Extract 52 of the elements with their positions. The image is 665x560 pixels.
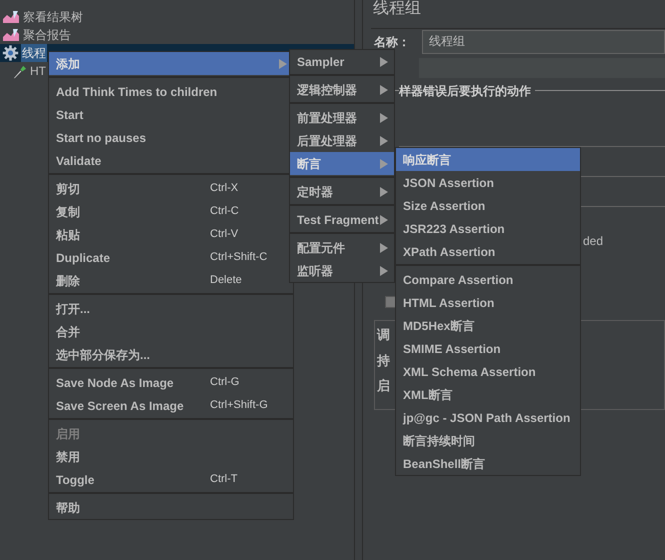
panel-title: 线程组 xyxy=(372,0,422,19)
menu-item[interactable]: 合并 xyxy=(49,320,293,343)
menu-item[interactable]: 打开... xyxy=(49,297,293,320)
field-label: 启 xyxy=(377,377,390,395)
menu-item[interactable]: Save Node As Image Ctrl-G xyxy=(49,371,293,394)
menu-item[interactable]: 删除 Delete xyxy=(49,269,293,292)
menu-item[interactable]: 逻辑控制器 xyxy=(290,78,394,101)
menu-item[interactable]: Size Assertion xyxy=(396,194,580,217)
menu-item[interactable]: Add Think Times to children xyxy=(49,80,293,103)
menu-item[interactable]: Toggle Ctrl-T xyxy=(49,468,293,491)
menu-item[interactable]: BeanShell断言 xyxy=(396,452,580,475)
menu-item[interactable]: JSON Assertion xyxy=(396,171,580,194)
option-label: ded xyxy=(583,234,604,248)
menu-item[interactable]: 禁用 xyxy=(49,445,293,468)
menu-item[interactable]: XPath Assertion xyxy=(396,240,580,263)
menu-item[interactable]: Start no pauses xyxy=(49,126,293,149)
menu-item[interactable]: 剪切 Ctrl-X xyxy=(49,177,293,200)
menu-item[interactable]: MD5Hex断言 xyxy=(396,314,580,337)
menu-item[interactable]: Save Screen As Image Ctrl+Shift-G xyxy=(49,394,293,417)
menu-item[interactable]: Start xyxy=(49,103,293,126)
tree-item[interactable]: 线程 xyxy=(21,44,47,62)
menu-item[interactable]: 复制 Ctrl-C xyxy=(49,200,293,223)
field-label: 持 xyxy=(377,352,390,370)
menu-item[interactable]: 后置处理器 xyxy=(290,129,394,152)
tree-item[interactable]: 聚合报告 xyxy=(22,26,72,44)
menu-item[interactable]: 帮助 xyxy=(49,496,293,519)
menu-item[interactable]: 选中部分保存为... xyxy=(49,343,293,366)
menu-item[interactable]: 断言 xyxy=(290,152,394,175)
tree-item[interactable]: 察看结果树 xyxy=(22,8,84,26)
menu-item[interactable]: jp@gc - JSON Path Assertion xyxy=(396,406,580,429)
name-label: 名称： xyxy=(374,34,411,50)
menu-item[interactable]: JSR223 Assertion xyxy=(396,217,580,240)
menu-item[interactable]: SMIME Assertion xyxy=(396,337,580,360)
menu-item[interactable]: 断言持续时间 xyxy=(396,429,580,452)
menu-item[interactable]: 配置元件 xyxy=(290,236,394,259)
menu-item[interactable]: 前置处理器 xyxy=(290,106,394,129)
menu-item[interactable]: Validate xyxy=(49,149,293,172)
menu-item[interactable]: XML断言 xyxy=(396,383,580,406)
menu-item[interactable]: Sampler xyxy=(290,50,394,73)
menu-item[interactable]: HTML Assertion xyxy=(396,291,580,314)
menu-item[interactable]: Test Fragment xyxy=(290,208,394,231)
section-legend: 样器错误后要执行的动作 xyxy=(399,82,535,100)
menu-item[interactable]: Compare Assertion xyxy=(396,268,580,291)
menu-item[interactable]: XML Schema Assertion xyxy=(396,360,580,383)
menu-item[interactable]: 响应断言 xyxy=(396,148,580,171)
tree-item[interactable]: HT xyxy=(29,62,47,80)
menu-item[interactable]: 监听器 xyxy=(290,259,394,282)
name-field[interactable]: 线程组 xyxy=(422,30,665,54)
menu-item[interactable]: 定时器 xyxy=(290,180,394,203)
menu-item[interactable]: 粘贴 Ctrl-V xyxy=(49,223,293,246)
menu-item[interactable]: Duplicate Ctrl+Shift-C xyxy=(49,246,293,269)
field-label: 调 xyxy=(377,326,390,344)
